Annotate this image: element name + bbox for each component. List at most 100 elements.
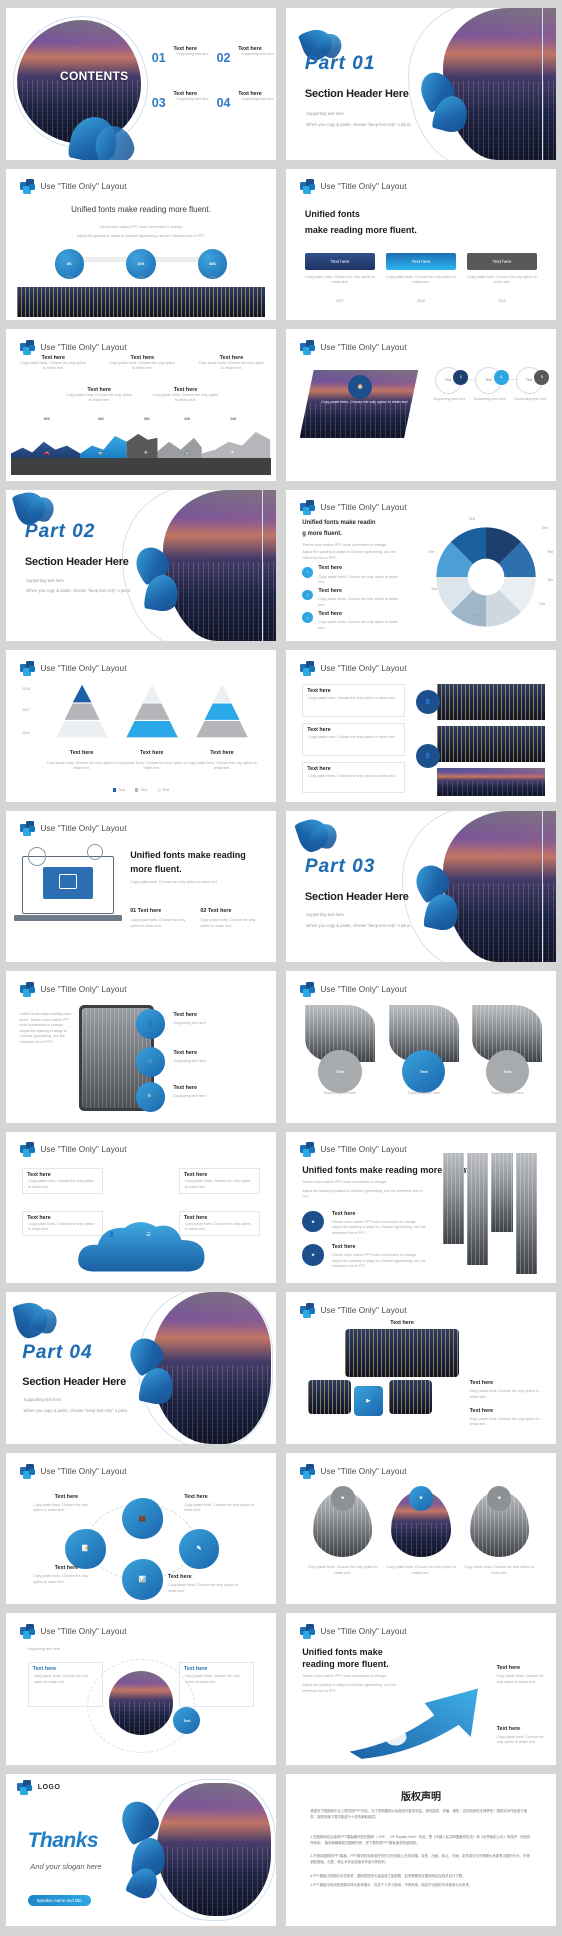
slide-contents[interactable]: CONTENTS 01 Text here Supporting text he… — [6, 8, 276, 160]
drop-badge-1[interactable]: ★ — [330, 1486, 355, 1511]
slide-kpi-track[interactable]: Use "Title Only" Layout Unified fonts ma… — [6, 168, 276, 321]
drop-body: Copy paste fonts. Choose the only option… — [307, 1565, 378, 1575]
slide-arrow[interactable]: Use "Title Only" Layout Unified fonts ma… — [286, 1613, 556, 1766]
slide-phone[interactable]: Use "Title Only" Layout Unified fonts ma… — [6, 971, 276, 1123]
header-title: Use "Title Only" Layout — [40, 663, 127, 673]
donut-chart[interactable] — [432, 523, 540, 631]
copyright-p1: 感谢您下载图网平台上提供的PPT作品，为了您和图网以及原创作者的利益，请勿复制、… — [310, 1808, 528, 1819]
slide-three-cards[interactable]: Use "Title Only" Layout Unified fonts ma… — [286, 168, 556, 321]
quad-box-1[interactable]: Text here Copy paste fonts. Choose the o… — [22, 1168, 104, 1194]
edit-icon[interactable]: ✎ — [178, 1528, 220, 1570]
tag-body: Copy paste fonts. Choose the only option… — [496, 1674, 544, 1684]
text-box-3[interactable]: Text here Copy paste fonts. Choose the o… — [302, 762, 405, 793]
row-icon-2: ★ — [302, 1243, 324, 1266]
slide-header: Use "Title Only" Layout — [19, 660, 127, 676]
speaker-pill-wrap[interactable]: Speaker name and title — [27, 1889, 91, 1907]
play-icon[interactable]: ▶ — [353, 1386, 384, 1417]
tile-label: Text here — [469, 1380, 494, 1387]
card-3[interactable]: Text here — [466, 253, 538, 271]
search-icon[interactable]: 🔍 — [135, 1081, 166, 1112]
card-2[interactable]: Text here — [385, 253, 457, 271]
slide-circle-photo[interactable]: Use "Title Only" Layout Supporting text … — [6, 1613, 276, 1766]
puzzle-icon — [19, 339, 36, 355]
slice-label: Text — [547, 577, 554, 582]
slide-bar-photo[interactable]: Use "Title Only" Layout Unified fonts ma… — [286, 1131, 556, 1284]
center-badge[interactable]: Text — [173, 1707, 201, 1735]
slide-part02[interactable]: Part 02 Section Header Here Supporting t… — [6, 489, 276, 642]
briefcase-icon[interactable]: 💼 — [122, 1498, 163, 1539]
slide-part01[interactable]: Part 01 Section Header Here Supporting t… — [286, 8, 556, 160]
quad-box-2[interactable]: Text here Copy paste fonts. Choose the o… — [178, 1168, 260, 1194]
slide-three-photo-circles[interactable]: Use "Title Only" Layout Text Text Text S… — [286, 971, 556, 1123]
home-icon: 🏠 — [348, 374, 373, 399]
card-year: 2019 — [498, 298, 506, 303]
card-1[interactable]: Text here — [304, 253, 376, 271]
slice-label: Text — [547, 550, 554, 555]
slide-donut[interactable]: Use "Title Only" Layout Unified fonts ma… — [286, 489, 556, 642]
item-body: Copy paste fonts. Choose the only option… — [184, 1502, 254, 1513]
slide-three-drops[interactable]: Use "Title Only" Layout ★ ★ ★ Copy paste… — [286, 1452, 556, 1605]
section-header: Section Header Here — [24, 556, 129, 569]
section-header: Section Header Here — [304, 88, 409, 101]
slide-laptop[interactable]: Use "Title Only" Layout Unified fonts ma… — [6, 810, 276, 963]
pyramid-3[interactable] — [187, 677, 257, 745]
axis-year: 2016 — [22, 730, 30, 735]
text-box-1[interactable]: Text here Copy paste fonts. Choose the o… — [302, 683, 405, 717]
slide-photo-tiles[interactable]: Use "Title Only" Layout Text here ▶ Text… — [286, 1292, 556, 1444]
speaker-pill[interactable]: Speaker name and title — [27, 1895, 91, 1907]
headline-line2: more fluent. — [130, 863, 182, 874]
pyramid-2[interactable] — [117, 677, 187, 745]
slide-cloud[interactable]: Use "Title Only" Layout Text here Copy p… — [6, 1131, 276, 1284]
step-label: Text — [525, 378, 533, 383]
text-box-2[interactable]: Text here Copy paste fonts. Choose the o… — [302, 722, 405, 757]
chart-value: 34K — [230, 416, 237, 421]
cart-icon[interactable]: 🛒 — [135, 1047, 166, 1077]
circle-2[interactable]: Text — [402, 1050, 446, 1094]
copyright-p3: 2.不得将图网的PPT模板、PPT素材的流转成任何形式在网络上在线传播、发售、出… — [310, 1854, 530, 1865]
slide-circle-icons[interactable]: Use "Title Only" Layout 💼 ✎ 📝 📊 Text her… — [6, 1452, 276, 1605]
headline-line2: g more fluent. — [302, 530, 342, 537]
slide-thanks[interactable]: LOGO Thanks And your slogan here Speaker… — [6, 1774, 276, 1926]
card-year: 2018 — [417, 298, 425, 303]
drop-badge-2[interactable]: ★ — [408, 1486, 434, 1511]
circle-sub: Supporting text here — [407, 1091, 440, 1095]
slide-pyramids[interactable]: Use "Title Only" Layout 2018 2017 2016 T… — [6, 650, 276, 802]
pyramid-body: Copy paste fonts. Choose the only option… — [187, 760, 257, 771]
puzzle-icon — [19, 179, 36, 195]
contents-item-03[interactable]: 03 — [152, 94, 166, 112]
circle-1[interactable]: Text — [318, 1050, 362, 1094]
slide-header: Use "Title Only" Layout — [299, 981, 407, 997]
chart-value: 42K — [184, 416, 191, 421]
item-sub: Supporting text here — [173, 1021, 206, 1026]
slide-header: Use "Title Only" Layout — [299, 1624, 407, 1640]
chart-value: 60K — [43, 416, 51, 421]
photo-bar-2 — [466, 1153, 489, 1266]
slide-part04[interactable]: Part 04 Section Header Here Supporting t… — [6, 1292, 276, 1444]
card-label: Text here — [411, 259, 431, 265]
document-icon[interactable]: 📝 — [65, 1528, 106, 1570]
slide-photo-steps[interactable]: Use "Title Only" Layout 🏠 Copy paste fon… — [286, 329, 556, 481]
puzzle-icon — [299, 660, 316, 676]
section-sub-2: When you copy & paste, choose "keep text… — [306, 121, 412, 127]
header-title: Use "Title Only" Layout — [40, 1145, 127, 1155]
pyramid-1[interactable] — [47, 677, 117, 745]
slide-part03[interactable]: Part 03 Section Header Here Supporting t… — [286, 810, 556, 963]
contents-item-04[interactable]: 04 — [217, 94, 231, 112]
slide-photo-list[interactable]: Use "Title Only" Layout Text here Copy p… — [286, 650, 556, 802]
puzzle-icon — [299, 1142, 316, 1158]
puzzle-icon — [16, 1780, 33, 1796]
slide-copyright[interactable]: 版权声明 感谢您下载图网平台上提供的PPT作品，为了您和图网以及原创作者的利益，… — [286, 1774, 556, 1926]
slide-mountain-chart[interactable]: Use "Title Only" Layout Text here Copy p… — [6, 329, 276, 481]
drop-badge-3[interactable]: ★ — [487, 1486, 512, 1511]
circle-sub: Supporting text here — [323, 1091, 357, 1095]
person-icon: 👤 — [415, 744, 440, 769]
contents-number: 02 — [216, 50, 231, 65]
contents-item-02[interactable]: 02 — [217, 49, 231, 67]
person-icon[interactable]: 👤 — [135, 1009, 166, 1039]
chart-value: 30K — [143, 416, 150, 421]
circle-3[interactable]: Text — [485, 1050, 529, 1094]
presentation-icon[interactable]: 📊 — [122, 1559, 163, 1600]
section-sub-2: When you copy & paste, choose "keep text… — [306, 922, 412, 928]
legend-item: Text — [134, 788, 147, 792]
header-title: Use "Title Only" Layout — [40, 1466, 127, 1476]
